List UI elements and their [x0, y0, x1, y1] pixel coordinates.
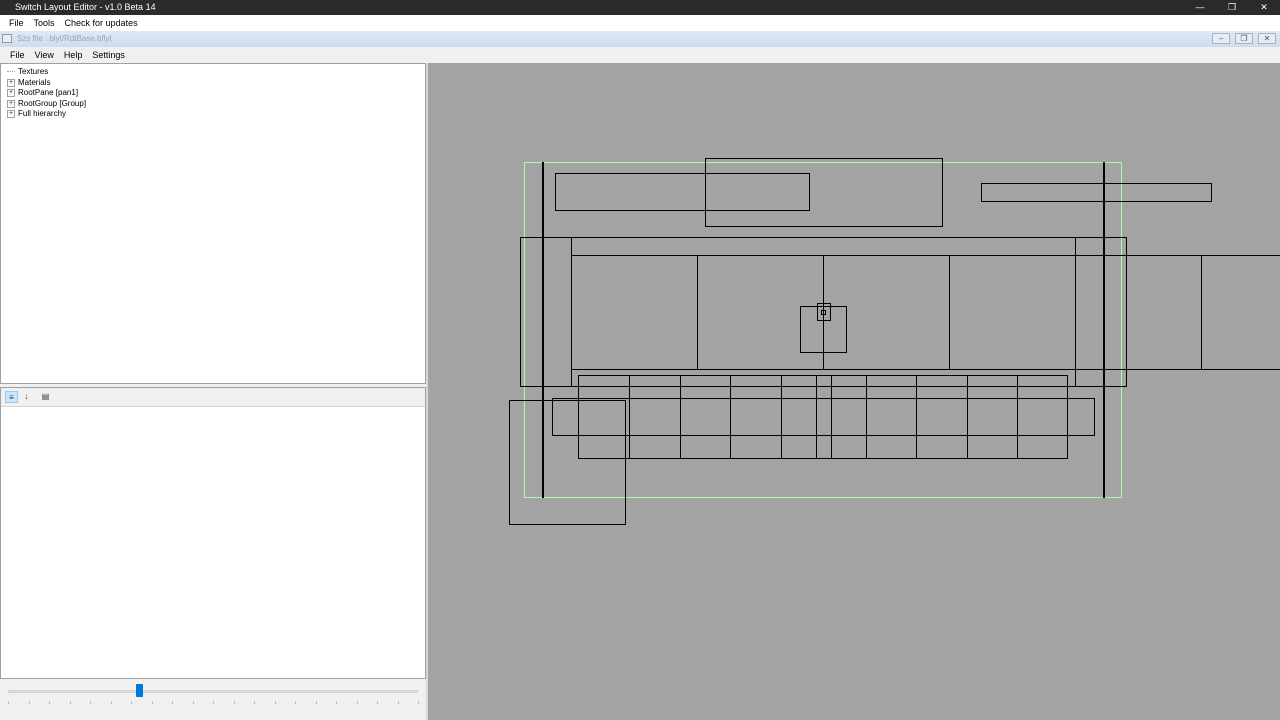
document-title-bar: Szs file : blyt/RdtBase.bflyt – ❐ ✕: [0, 31, 1280, 47]
pane-outline: [542, 162, 544, 498]
tree-item-label: Textures: [18, 67, 49, 76]
slider-tick: [233, 701, 235, 704]
tree-connector: [7, 71, 15, 72]
menu-file[interactable]: File: [0, 18, 29, 28]
slider-tick: [254, 701, 255, 704]
doc-restore-icon[interactable]: ❐: [1235, 33, 1253, 44]
pane-outline: [1075, 237, 1127, 387]
menu-tools[interactable]: Tools: [29, 18, 60, 28]
doc-menu-help[interactable]: Help: [59, 50, 88, 60]
menu-check-for-updates[interactable]: Check for updates: [60, 18, 143, 28]
document-icon: [2, 34, 12, 43]
expand-plus-icon[interactable]: +: [7, 109, 15, 118]
expand-plus-icon[interactable]: +: [7, 88, 15, 97]
zoom-slider-area: [0, 679, 426, 720]
doc-menu-file[interactable]: File: [0, 50, 30, 60]
pane-outline: [949, 255, 1076, 370]
zoom-slider-track[interactable]: [8, 690, 418, 693]
pane-outline: [1103, 162, 1105, 498]
property-pages-icon[interactable]: ▤: [39, 391, 52, 403]
pane-outline: [981, 183, 1212, 202]
slider-tick: [336, 701, 337, 704]
slider-tick: [213, 701, 214, 704]
pane-outline: [705, 158, 943, 227]
layout-preview-canvas[interactable]: [426, 63, 1280, 720]
pane-outline: [509, 400, 626, 525]
tree-item-label: Materials: [18, 78, 51, 87]
document-menu-bar: File View Help Settings: [0, 47, 1280, 63]
pane-outline: [1075, 255, 1202, 370]
slider-tick: [192, 701, 194, 704]
tree-item-label: RootGroup [Group]: [18, 99, 87, 108]
document-title: Szs file : blyt/RdtBase.bflyt: [17, 34, 112, 43]
close-icon[interactable]: ✕: [1248, 0, 1280, 15]
tree-item-rootpane[interactable]: + RootPane [pan1]: [7, 87, 78, 98]
restore-icon[interactable]: ❐: [1216, 0, 1248, 15]
main-menu-bar: File Tools Check for updates: [0, 15, 1280, 31]
alphabetical-icon[interactable]: ↓: [20, 391, 33, 403]
pane-outline: [520, 237, 572, 387]
window-title: Switch Layout Editor - v1.0 Beta 14: [15, 2, 156, 12]
expand-plus-icon[interactable]: +: [7, 99, 15, 108]
doc-menu-settings[interactable]: Settings: [87, 50, 130, 60]
pane-outline: [1201, 255, 1280, 370]
slider-tick: [315, 701, 317, 704]
doc-close-icon[interactable]: ✕: [1258, 33, 1276, 44]
document-window-controls: – ❐ ✕: [1212, 33, 1276, 44]
slider-tick: [151, 701, 153, 704]
slider-tick: [8, 701, 9, 704]
pane-outline: [555, 173, 810, 211]
tree-item-label: Full hierarchy: [18, 109, 67, 118]
title-bar: Switch Layout Editor - v1.0 Beta 14 — ❐ …: [0, 0, 1280, 15]
zoom-slider-thumb[interactable]: [136, 684, 144, 697]
slider-tick: [49, 701, 50, 704]
pane-outline: [571, 255, 698, 370]
doc-minimize-icon[interactable]: –: [1212, 33, 1230, 44]
slider-tick: [28, 701, 30, 704]
pane-outline: [578, 375, 1068, 459]
slider-tick: [418, 701, 419, 704]
slider-tick: [274, 701, 276, 704]
doc-menu-view[interactable]: View: [30, 50, 59, 60]
slider-tick: [131, 701, 132, 704]
slider-tick: [295, 701, 296, 704]
tree-item-label: RootPane [pan1]: [18, 88, 79, 97]
window-controls: — ❐ ✕: [1184, 0, 1280, 15]
categorized-icon[interactable]: ≡: [5, 391, 18, 403]
slider-tick: [377, 701, 378, 704]
expand-plus-icon[interactable]: +: [7, 78, 15, 87]
tree-item-full-hierarchy[interactable]: + Full hierarchy: [7, 108, 66, 119]
tree-item-textures[interactable]: Textures: [7, 66, 48, 77]
property-grid-toolbar: ≡ ↓ ▤: [1, 388, 425, 407]
pane-outline: [571, 237, 1076, 256]
layout-tree-view[interactable]: Textures + Materials + RootPane [pan1] +…: [0, 63, 426, 384]
slider-tick: [397, 701, 399, 704]
slider-tick: [110, 701, 112, 704]
pane-outline: [552, 398, 1095, 436]
minimize-icon[interactable]: —: [1184, 0, 1216, 15]
slider-tick: [356, 701, 358, 704]
zoom-slider-ticks: [8, 701, 419, 704]
slider-tick: [90, 701, 91, 704]
slider-tick: [172, 701, 173, 704]
layout-preview-svg: [509, 158, 1280, 525]
property-grid[interactable]: ≡ ↓ ▤: [0, 387, 426, 679]
slider-tick: [69, 701, 71, 704]
